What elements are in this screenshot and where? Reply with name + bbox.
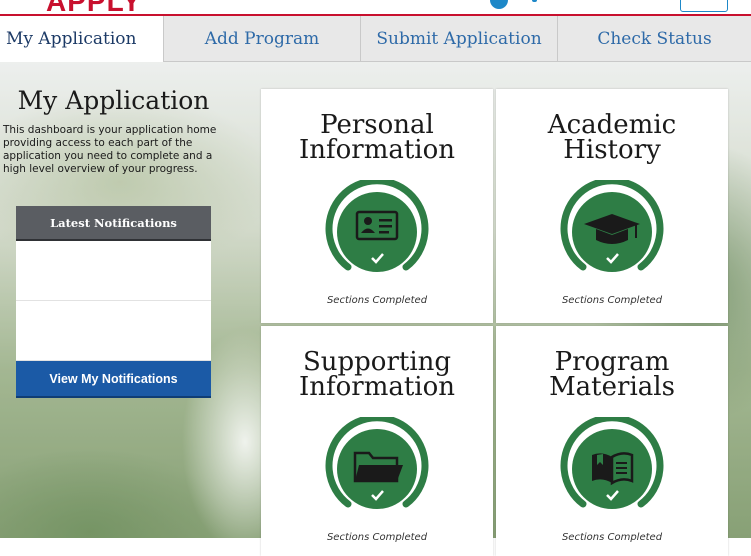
status-text: Sections Completed [326, 295, 428, 306]
view-notifications-button[interactable]: View My Notifications [16, 361, 211, 398]
list-item [16, 241, 211, 301]
card-academic-history[interactable]: Academic History Sections Completed [496, 89, 728, 323]
list-item [16, 301, 211, 361]
card-title-line: Information [298, 135, 456, 165]
progress-ring [560, 417, 664, 509]
card-personal-information[interactable]: Personal Information Sections Completed [261, 89, 493, 323]
tab-submit-application[interactable]: Submit Application [360, 16, 557, 62]
page-title: My Application [17, 86, 210, 115]
header-indicator-icon [532, 0, 537, 2]
card-title: Supporting Information [261, 349, 493, 402]
tab-add-program[interactable]: Add Program [163, 16, 360, 62]
card-title-line: Information [298, 372, 456, 402]
notifications-panel: Latest Notifications View My Notificatio… [16, 206, 211, 398]
status-text: Sections Completed [561, 295, 663, 306]
site-header: APPLY [0, 0, 751, 14]
progress-ring [325, 417, 429, 509]
site-logo[interactable]: APPLY [46, 0, 142, 14]
card-title: Academic History [496, 112, 728, 165]
tab-my-application[interactable]: My Application [0, 16, 163, 62]
header-button[interactable] [680, 0, 728, 12]
progress-ring [325, 180, 429, 272]
help-icon[interactable] [490, 0, 508, 9]
dashboard-description: This dashboard is your application home … [3, 124, 217, 175]
progress-ring [560, 180, 664, 272]
main-tabs: My Application Add Program Submit Applic… [0, 16, 751, 62]
card-title: Program Materials [496, 349, 728, 402]
tab-check-status[interactable]: Check Status [557, 16, 751, 62]
card-title: Personal Information [261, 112, 493, 165]
notifications-list [16, 241, 211, 361]
card-program-materials[interactable]: Program Materials Sections Completed [496, 326, 728, 556]
card-title-line: Materials [549, 372, 675, 402]
card-supporting-information[interactable]: Supporting Information Sections Complete… [261, 326, 493, 556]
card-title-line: History [563, 135, 661, 165]
notifications-header: Latest Notifications [16, 206, 211, 241]
